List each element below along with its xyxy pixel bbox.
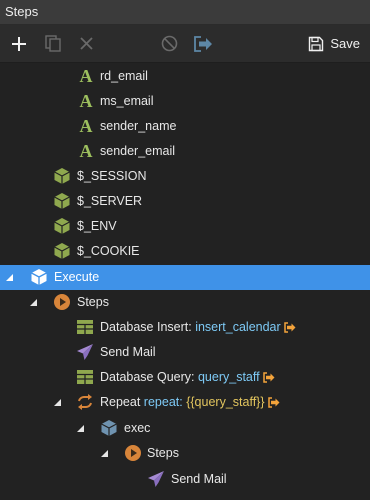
variable-label: sender_name xyxy=(100,119,177,133)
repeat-key: repeat: xyxy=(143,395,183,409)
database-query-label: Database Query: query_staff xyxy=(100,370,275,384)
close-icon xyxy=(79,37,93,50)
global-label: $_COOKIE xyxy=(77,244,140,258)
database-query-value: query_staff xyxy=(197,370,260,384)
cube-icon xyxy=(101,420,117,436)
collapse-triangle-icon[interactable] xyxy=(5,273,14,282)
save-button[interactable]: Save xyxy=(308,25,360,62)
repeat-label: Repeat repeat: {{query_staff}} xyxy=(100,395,280,409)
go-to-icon[interactable] xyxy=(262,372,275,383)
plus-icon xyxy=(12,36,26,51)
text-variable-icon: A xyxy=(79,141,93,161)
table-icon xyxy=(77,370,93,384)
copy-step-button[interactable] xyxy=(44,25,62,62)
go-to-step-button[interactable] xyxy=(193,25,213,62)
inner-steps-label: Steps xyxy=(147,446,179,460)
tree-item-execute[interactable]: Execute xyxy=(0,265,370,290)
collapse-triangle-icon[interactable] xyxy=(100,449,109,458)
delete-step-button[interactable] xyxy=(78,25,94,62)
play-icon xyxy=(125,445,141,461)
tree-item-exec[interactable]: exec xyxy=(0,416,370,441)
paper-plane-icon xyxy=(148,471,164,487)
add-step-button[interactable] xyxy=(9,25,29,62)
repeat-value: {{query_staff}} xyxy=(186,395,265,409)
tree-item-server[interactable]: $_SERVER xyxy=(0,189,370,214)
cube-icon xyxy=(54,193,70,209)
cube-icon xyxy=(54,218,70,234)
floppy-disk-icon xyxy=(309,36,324,51)
tree-item-inner-steps[interactable]: Steps xyxy=(0,441,370,466)
tree-item-steps[interactable]: Steps xyxy=(0,290,370,315)
variable-label: sender_email xyxy=(100,144,176,158)
save-label: Save xyxy=(330,36,360,51)
tree-item-session[interactable]: $_SESSION xyxy=(0,164,370,189)
export-arrow-icon xyxy=(193,35,212,52)
database-insert-label: Database Insert: insert_calendar xyxy=(100,320,296,334)
repeat-icon xyxy=(78,394,92,410)
text-variable-icon: A xyxy=(79,116,93,136)
global-label: $_SERVER xyxy=(77,194,143,208)
cube-icon xyxy=(54,243,70,259)
go-to-icon[interactable] xyxy=(267,397,280,408)
database-insert-value: insert_calendar xyxy=(195,320,281,334)
execute-label: Execute xyxy=(54,270,100,284)
panel-title: Steps xyxy=(5,4,39,19)
tree-item-env[interactable]: $_ENV xyxy=(0,214,370,239)
steps-tree: A rd_email A ms_email A sender_name A se… xyxy=(0,63,370,500)
collapse-triangle-icon[interactable] xyxy=(53,398,62,407)
cube-icon xyxy=(54,168,70,184)
paper-plane-icon xyxy=(77,344,93,360)
tree-item-repeat[interactable]: Repeat repeat: {{query_staff}} xyxy=(0,390,370,415)
disable-step-button[interactable] xyxy=(160,25,178,62)
panel-title-bar: Steps xyxy=(0,0,370,25)
execute-cube-icon xyxy=(31,269,47,285)
steps-label: Steps xyxy=(77,295,109,309)
variable-label: ms_email xyxy=(100,94,154,108)
table-icon xyxy=(77,320,93,334)
inner-send-mail-label: Send Mail xyxy=(171,472,227,486)
variable-label: rd_email xyxy=(100,69,148,83)
tree-item-cookie[interactable]: $_COOKIE xyxy=(0,239,370,264)
tree-item-sender-email[interactable]: A sender_email xyxy=(0,139,370,164)
tree-item-inner-send-mail[interactable]: Send Mail xyxy=(0,467,370,492)
tree-item-ms-email[interactable]: A ms_email xyxy=(0,89,370,114)
tree-item-send-mail[interactable]: Send Mail xyxy=(0,340,370,365)
global-label: $_ENV xyxy=(77,219,117,233)
copy-icon xyxy=(45,35,61,52)
send-mail-label: Send Mail xyxy=(100,345,156,359)
toolbar: Save xyxy=(0,25,370,63)
text-variable-icon: A xyxy=(79,66,93,86)
disable-icon xyxy=(161,35,177,52)
tree-item-rd-email[interactable]: A rd_email xyxy=(0,64,370,89)
tree-item-sender-name[interactable]: A sender_name xyxy=(0,114,370,139)
text-variable-icon: A xyxy=(79,91,93,111)
exec-label: exec xyxy=(124,421,151,435)
go-to-icon[interactable] xyxy=(283,322,296,333)
tree-item-database-insert[interactable]: Database Insert: insert_calendar xyxy=(0,315,370,340)
play-icon xyxy=(54,294,70,310)
collapse-triangle-icon[interactable] xyxy=(29,298,38,307)
global-label: $_SESSION xyxy=(77,169,147,183)
tree-item-database-query[interactable]: Database Query: query_staff xyxy=(0,365,370,390)
collapse-triangle-icon[interactable] xyxy=(76,424,85,433)
